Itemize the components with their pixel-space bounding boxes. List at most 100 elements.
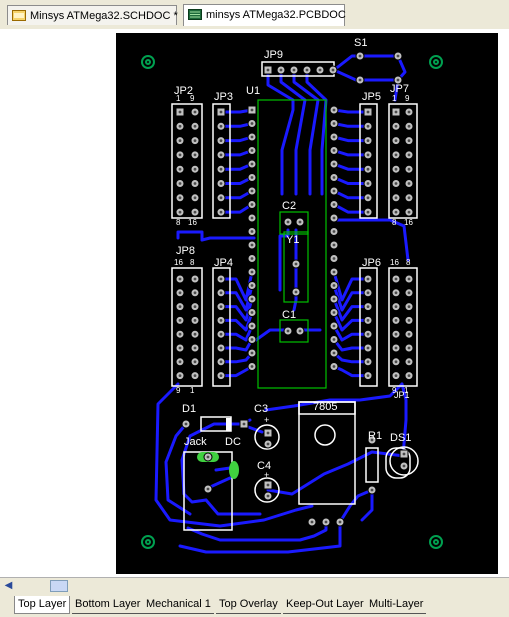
pad-hole xyxy=(178,210,182,214)
pad-hole xyxy=(219,167,223,171)
pad-hole xyxy=(178,182,182,185)
pad-hole xyxy=(407,305,411,308)
pad-hole xyxy=(332,284,336,287)
pad-hole xyxy=(193,210,197,214)
pad-hole xyxy=(250,230,254,233)
pad-hole xyxy=(242,422,246,426)
pad-hole xyxy=(286,329,290,333)
scrollbar-thumb[interactable] xyxy=(50,580,68,592)
pad-hole xyxy=(250,297,254,301)
pad-hole xyxy=(219,332,223,336)
pad-hole xyxy=(178,319,182,322)
led-lead-icon xyxy=(229,461,239,479)
pad-hole xyxy=(193,346,197,350)
pad-hole xyxy=(178,167,182,171)
pad-hole xyxy=(407,167,411,171)
pad-hole xyxy=(310,520,314,524)
pad-hole xyxy=(286,220,290,224)
pad-hole xyxy=(266,494,270,498)
label-c3: C3 xyxy=(254,403,268,415)
pad-hole xyxy=(332,324,336,328)
layer-tab-mechanical-1[interactable]: Mechanical 1 xyxy=(143,596,214,614)
pad-hole xyxy=(332,365,336,368)
pad-hole xyxy=(250,189,254,193)
layer-tab-top[interactable]: Top Layer xyxy=(14,596,71,614)
pad-hole xyxy=(407,319,411,322)
label-jp6: JP6 xyxy=(362,257,381,269)
pad-hole xyxy=(394,332,398,336)
pad-hole xyxy=(332,189,336,193)
pad-hole xyxy=(332,230,336,233)
svg-text:1: 1 xyxy=(392,94,397,103)
pad-hole xyxy=(250,311,254,314)
pad-hole xyxy=(250,270,254,274)
pcb-canvas[interactable]: JP9 S1 JP2 JP3 U1 JP5 JP7 C2 Y1 JP8 JP4 … xyxy=(0,29,509,577)
pad-hole xyxy=(250,216,254,220)
label-c2: C2 xyxy=(282,200,296,212)
pad-hole xyxy=(402,452,406,456)
pad-hole xyxy=(407,360,411,364)
pad-hole xyxy=(394,210,398,214)
pad-hole xyxy=(250,149,254,152)
pad-hole xyxy=(332,216,336,220)
pad-hole xyxy=(366,291,370,295)
pad-hole xyxy=(394,167,398,171)
label-u1: U1 xyxy=(246,85,260,97)
layer-tab-bottom[interactable]: Bottom Layer xyxy=(72,596,144,614)
pad-hole xyxy=(332,351,336,355)
layer-tab-multi-layer[interactable]: Multi-Layer xyxy=(366,596,427,614)
pad-hole xyxy=(366,277,370,281)
svg-text:16: 16 xyxy=(188,218,197,227)
pad-hole xyxy=(219,277,223,281)
layer-tab-keep-out[interactable]: Keep-Out Layer xyxy=(283,596,367,614)
pad-hole xyxy=(219,182,223,185)
pad-hole xyxy=(193,319,197,322)
pad-hole xyxy=(332,257,336,260)
pad-hole xyxy=(193,139,197,143)
pad-hole xyxy=(250,203,254,206)
label-jp9: JP9 xyxy=(264,49,283,61)
tab-schematic[interactable]: Minsys ATMega32.SCHDOC * xyxy=(7,5,178,25)
pad-hole xyxy=(178,139,182,143)
pad-hole xyxy=(324,520,328,524)
label-jack: Jack xyxy=(184,436,207,448)
horizontal-scrollbar[interactable]: ◀ xyxy=(0,577,509,595)
pad-hole xyxy=(193,291,197,295)
pad-hole xyxy=(193,277,197,281)
label-c1: C1 xyxy=(282,309,296,321)
label-y1: Y1 xyxy=(286,234,299,246)
scroll-left-icon[interactable]: ◀ xyxy=(1,579,16,593)
pad-hole xyxy=(219,319,223,322)
document-tab-bar: Minsys ATMega32.SCHDOC * minsys ATMega32… xyxy=(0,0,509,30)
pad-hole xyxy=(394,277,398,281)
pad-hole xyxy=(219,124,223,128)
svg-text:8: 8 xyxy=(176,218,181,227)
pad-hole xyxy=(219,374,223,377)
pad-hole xyxy=(366,346,370,350)
pad-hole xyxy=(332,149,336,152)
pad-hole xyxy=(219,110,223,114)
pad-hole xyxy=(394,346,398,350)
pad-hole xyxy=(407,196,411,200)
pad-hole xyxy=(407,182,411,185)
pad-hole xyxy=(219,210,223,214)
pad-hole xyxy=(407,124,411,128)
pad-hole xyxy=(366,182,370,185)
pad-hole xyxy=(266,68,270,72)
pad-hole xyxy=(250,365,254,368)
pad-hole xyxy=(206,487,210,491)
pad-hole xyxy=(219,305,223,308)
pad-hole xyxy=(332,108,336,112)
layer-tab-top-overlay[interactable]: Top Overlay xyxy=(216,596,281,614)
pad-hole xyxy=(358,54,362,58)
pad-hole xyxy=(178,332,182,336)
pcb-view[interactable]: JP9 S1 JP2 JP3 U1 JP5 JP7 C2 Y1 JP8 JP4 … xyxy=(0,29,509,577)
svg-text:16: 16 xyxy=(390,258,399,267)
pad-hole xyxy=(266,442,270,446)
pad-hole xyxy=(294,262,298,266)
svg-text:+: + xyxy=(264,415,269,425)
pad-hole xyxy=(193,360,197,364)
tab-pcb[interactable]: minsys ATMega32.PCBDOC xyxy=(183,4,346,26)
svg-text:+: + xyxy=(264,470,269,480)
pad-hole xyxy=(250,257,254,260)
